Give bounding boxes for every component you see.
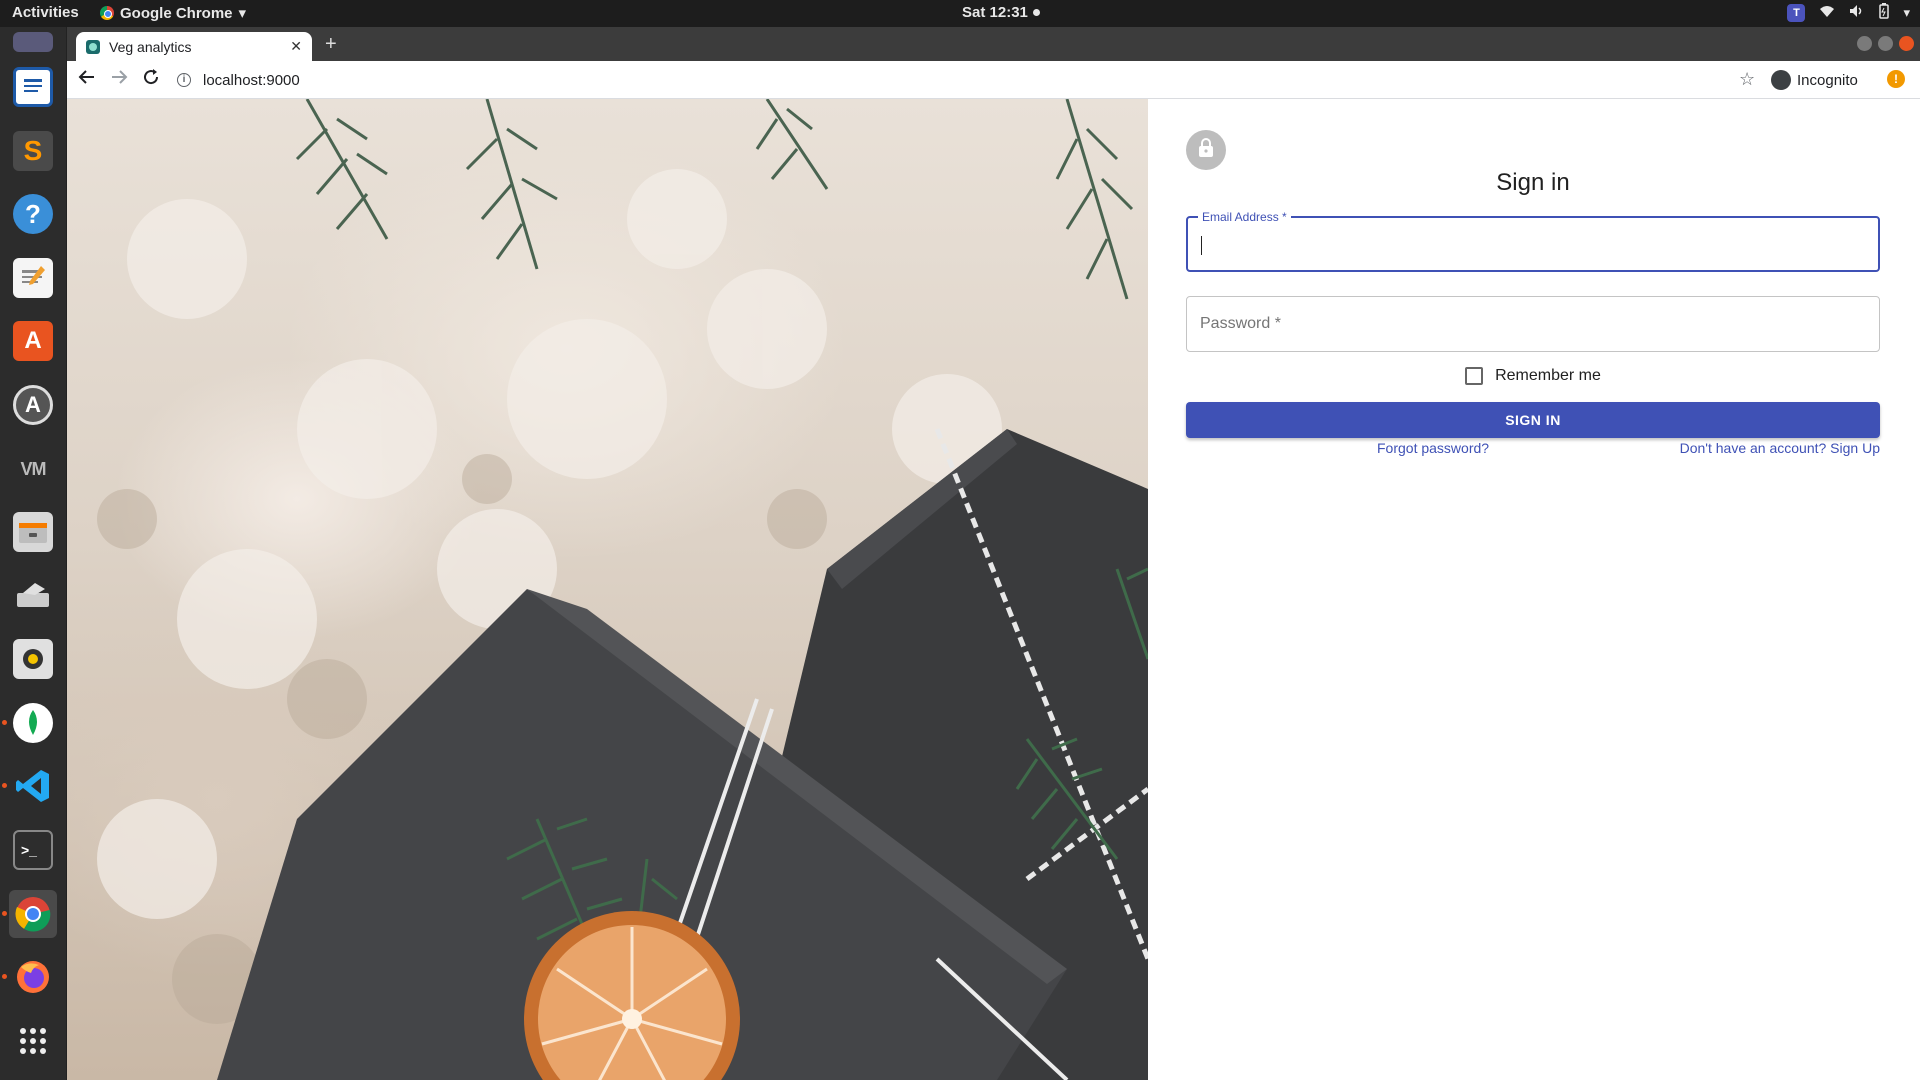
scanner-icon (13, 576, 53, 616)
document-icon (13, 67, 53, 107)
dock-item-chrome[interactable] (9, 890, 57, 938)
chrome-icon (13, 894, 53, 934)
bookmark-star-icon[interactable]: ☆ (1739, 69, 1755, 90)
software-center-icon: A (13, 321, 53, 361)
tab-title: Veg analytics (109, 38, 192, 55)
dock-item-updater[interactable]: A (9, 381, 57, 429)
help-icon: ? (13, 194, 53, 234)
browser-toolbar: i localhost:9000 ☆ Incognito ! (67, 61, 1920, 99)
forgot-password-link[interactable]: Forgot password? (1377, 440, 1489, 456)
minimize-button[interactable] (1857, 36, 1872, 51)
dock-item-help[interactable]: ? (9, 190, 57, 238)
system-tray[interactable]: T ▾ (1787, 3, 1910, 22)
clock[interactable]: Sat 12:31 (962, 4, 1040, 21)
email-field[interactable]: Email Address * (1186, 210, 1880, 272)
password-field[interactable]: Password * (1186, 296, 1880, 352)
site-info-icon[interactable]: i (177, 73, 191, 87)
close-icon[interactable]: ✕ (290, 38, 302, 55)
update-alert-icon[interactable]: ! (1887, 70, 1905, 88)
page-content: Sign in Email Address * Password * Remem… (67, 99, 1920, 1080)
dock-item-notes[interactable] (9, 254, 57, 302)
address-bar[interactable]: i localhost:9000 (177, 66, 1767, 94)
favicon-icon (86, 39, 100, 54)
forward-button[interactable] (107, 68, 131, 92)
notepad-icon (13, 258, 53, 298)
close-window-button[interactable] (1899, 36, 1914, 51)
vm-icon: VM (20, 458, 47, 479)
sign-up-link[interactable]: Don't have an account? Sign Up (1680, 440, 1880, 456)
app-menu[interactable]: Google Chrome ▾ (100, 4, 246, 22)
hero-image (67, 99, 1148, 1080)
firefox-icon (13, 957, 53, 997)
password-field-label: Password * (1200, 315, 1281, 332)
dock-item-terminal[interactable]: >_ (9, 826, 57, 874)
email-field-label: Email Address * (1198, 210, 1291, 224)
dock-item-partial[interactable] (9, 32, 57, 52)
dock-item-scanner[interactable] (9, 572, 57, 620)
running-indicator (2, 720, 7, 725)
page-title: Sign in (1496, 169, 1570, 196)
software-updater-icon: A (13, 385, 53, 425)
teams-icon[interactable]: T (1787, 3, 1806, 22)
maximize-button[interactable] (1878, 36, 1893, 51)
app-icon (13, 32, 53, 52)
chevron-down-icon: ▾ (238, 5, 247, 22)
app-grid-icon (13, 1021, 53, 1061)
notification-dot-icon (1032, 9, 1040, 16)
url-text: localhost:9000 (203, 71, 300, 89)
activities-button[interactable]: Activities (12, 4, 79, 21)
reload-button[interactable] (139, 68, 163, 92)
app-menu-label: Google Chrome (120, 4, 233, 22)
dock-item-firefox[interactable] (9, 953, 57, 1001)
dock-item-vscode[interactable] (9, 762, 57, 810)
text-caret (1201, 236, 1202, 255)
chevron-down-icon[interactable]: ▾ (1903, 5, 1910, 21)
browser-tab-strip: Veg analytics ✕ + (67, 27, 1920, 61)
incognito-label: Incognito (1797, 71, 1858, 89)
lock-avatar (1186, 130, 1226, 170)
remember-me-checkbox[interactable] (1465, 367, 1484, 385)
show-applications-button[interactable] (9, 1017, 57, 1065)
chrome-icon (100, 6, 114, 20)
dock-item-text-editor[interactable] (9, 63, 57, 111)
incognito-indicator[interactable]: Incognito (1771, 67, 1858, 93)
new-tab-button[interactable]: + (325, 33, 337, 56)
sign-in-button[interactable]: SIGN IN (1186, 402, 1880, 438)
remember-me[interactable]: Remember me (1186, 367, 1880, 385)
dock-item-files[interactable] (9, 508, 57, 556)
lock-icon (1197, 137, 1215, 163)
wifi-icon[interactable] (1819, 4, 1835, 21)
window-controls (1857, 36, 1914, 51)
dock-item-software[interactable]: A (9, 317, 57, 365)
dock-item-mongodb[interactable] (9, 699, 57, 747)
battery-icon[interactable] (1879, 3, 1890, 22)
clock-label: Sat 12:31 (962, 4, 1028, 21)
dock-item-sublime[interactable]: S (9, 127, 57, 175)
speaker-icon (13, 639, 53, 679)
running-indicator (2, 974, 7, 979)
back-button[interactable] (75, 68, 99, 92)
terminal-icon: >_ (13, 830, 53, 870)
incognito-icon (1771, 70, 1791, 90)
browser-tab[interactable]: Veg analytics ✕ (76, 32, 312, 61)
running-indicator (2, 911, 7, 916)
dock-item-vm[interactable]: VM (9, 445, 57, 493)
sublime-icon: S (13, 131, 53, 171)
signin-panel: Sign in Email Address * Password * Remem… (1148, 99, 1920, 1080)
remember-me-label: Remember me (1495, 367, 1601, 384)
volume-icon[interactable] (1849, 4, 1865, 21)
vscode-icon (13, 766, 53, 806)
system-top-bar: Activities Google Chrome ▾ Sat 12:31 T ▾ (0, 0, 1920, 27)
files-icon (13, 512, 53, 552)
dock-item-rhythmbox[interactable] (9, 635, 57, 683)
dock: S ? A A VM >_ (0, 27, 67, 1080)
mongodb-leaf-icon (13, 703, 53, 743)
running-indicator (2, 783, 7, 788)
